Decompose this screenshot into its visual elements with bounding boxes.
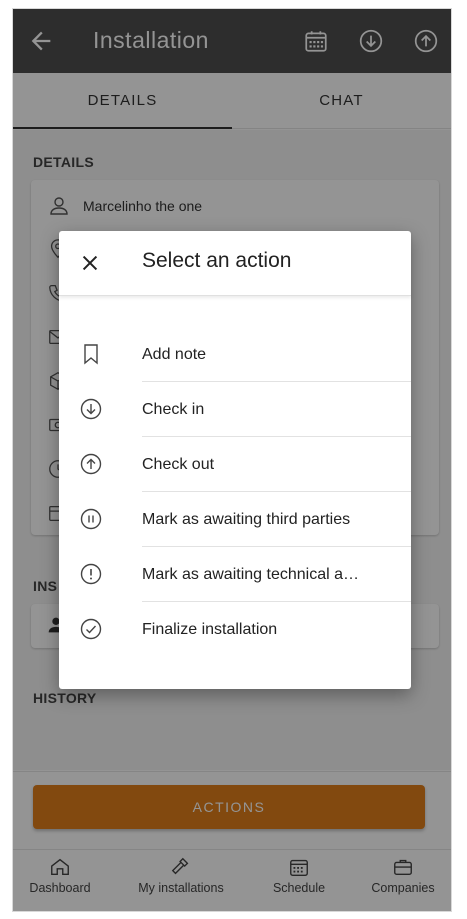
action-await-technical[interactable]: Mark as awaiting technical a…	[59, 547, 411, 602]
arrow-up-circle-icon	[80, 453, 102, 475]
action-check-in[interactable]: Check in	[59, 382, 411, 437]
action-check-out[interactable]: Check out	[59, 437, 411, 492]
action-label: Mark as awaiting third parties	[142, 511, 351, 528]
action-label: Check out	[142, 456, 215, 473]
dialog-header: Select an action	[59, 231, 411, 296]
arrow-down-circle-icon	[80, 398, 102, 420]
app-frame: Installation DETAILS CHAT DETAILS Marcel…	[12, 8, 452, 912]
action-add-note[interactable]: Add note	[59, 327, 411, 382]
alert-circle-icon	[80, 563, 102, 585]
bookmark-icon	[84, 344, 98, 365]
select-action-dialog: Select an action Add note Check in Check…	[59, 231, 411, 689]
action-label: Mark as awaiting technical a…	[142, 566, 359, 583]
action-await-third-parties[interactable]: Mark as awaiting third parties	[59, 492, 411, 547]
check-circle-icon	[80, 618, 102, 640]
action-label: Finalize installation	[142, 621, 278, 638]
action-label: Check in	[142, 401, 205, 418]
action-finalize-installation[interactable]: Finalize installation	[59, 602, 411, 657]
close-icon[interactable]	[79, 252, 101, 274]
action-label: Add note	[142, 346, 207, 363]
pause-circle-icon	[80, 508, 102, 530]
dialog-title: Select an action	[142, 249, 292, 272]
